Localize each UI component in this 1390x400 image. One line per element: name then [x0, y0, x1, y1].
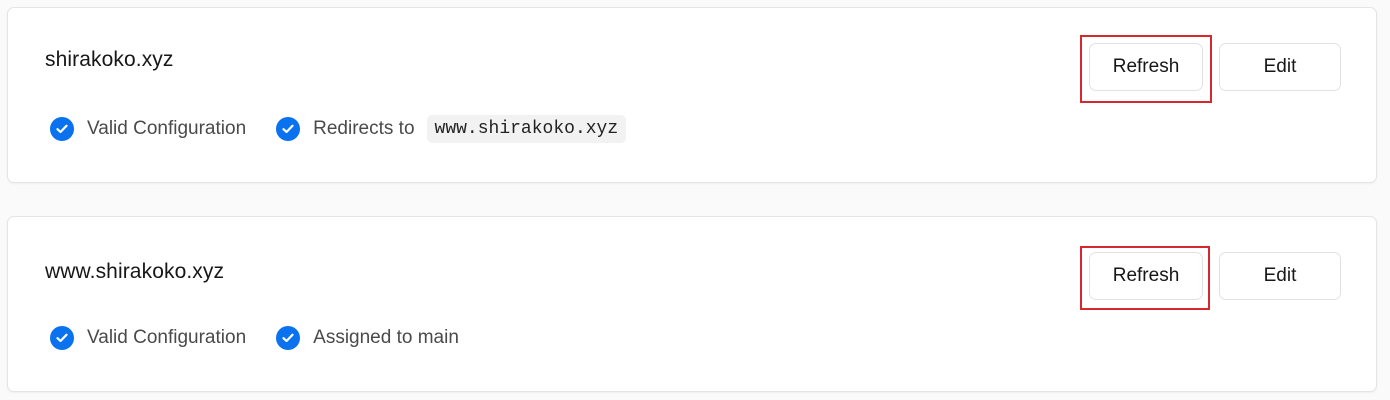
- check-circle-icon: [276, 117, 301, 141]
- status-label: Valid Configuration: [87, 327, 247, 348]
- check-circle-icon: [50, 117, 74, 141]
- refresh-button[interactable]: Refresh: [1089, 252, 1203, 300]
- check-circle-icon: [50, 326, 74, 350]
- status-label: Valid Configuration: [87, 118, 247, 139]
- status-assigned-branch: Assigned to main: [276, 326, 459, 350]
- edit-button[interactable]: Edit: [1219, 252, 1341, 300]
- redirect-target: www.shirakoko.xyz: [426, 115, 627, 143]
- refresh-button[interactable]: Refresh: [1089, 43, 1203, 91]
- domain-card: shirakoko.xyz Valid Configuration Redire…: [7, 7, 1377, 183]
- status-redirect: Redirects to www.shirakoko.xyz: [276, 115, 627, 143]
- status-row: Valid Configuration Redirects to www.shi…: [50, 115, 656, 143]
- check-circle-icon: [276, 326, 301, 350]
- status-label: Redirects to: [313, 118, 415, 139]
- status-valid-configuration: Valid Configuration: [50, 326, 246, 350]
- status-label: Assigned to main: [313, 327, 459, 348]
- edit-button[interactable]: Edit: [1219, 43, 1341, 91]
- domain-name: shirakoko.xyz: [45, 48, 174, 71]
- status-row: Valid Configuration Assigned to main: [50, 324, 489, 352]
- domain-card: www.shirakoko.xyz Valid Configuration As…: [7, 216, 1377, 392]
- status-valid-configuration: Valid Configuration: [50, 117, 246, 141]
- domain-name: www.shirakoko.xyz: [45, 260, 225, 283]
